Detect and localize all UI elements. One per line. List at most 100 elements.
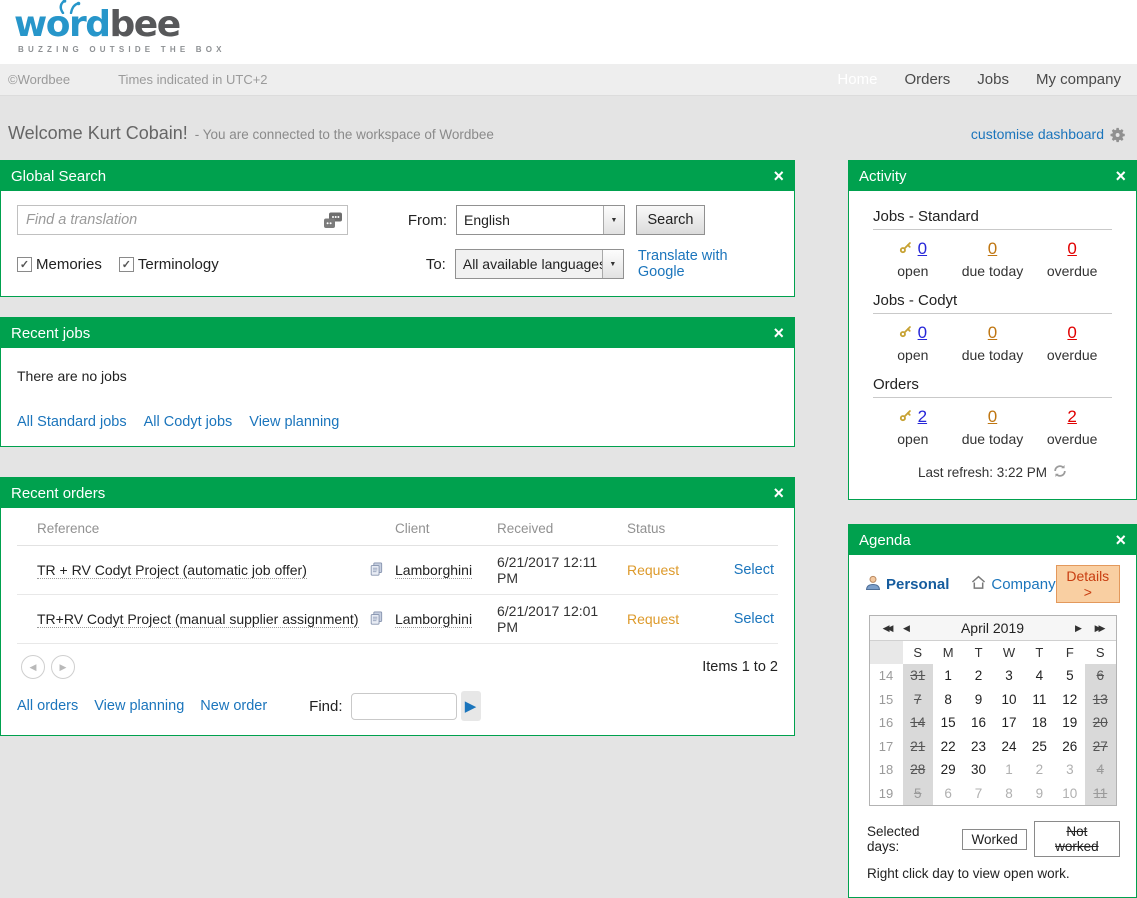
overdue-count-link[interactable]: 0 [1067, 239, 1076, 259]
calendar-day[interactable]: 9 [963, 688, 993, 712]
calendar-day[interactable]: 23 [963, 735, 993, 759]
calendar-day[interactable]: 9 [1024, 782, 1054, 806]
open-count-link[interactable]: 0 [918, 323, 927, 343]
select-order-link[interactable]: Select [734, 611, 774, 627]
calendar-day[interactable]: 16 [963, 711, 993, 735]
terminology-checkbox[interactable]: ✓ [119, 257, 134, 272]
calendar-next-month-button[interactable]: ▶ [1069, 623, 1089, 634]
calendar-day[interactable]: 6 [933, 782, 963, 806]
calendar-day[interactable]: 18 [1024, 711, 1054, 735]
calendar-day[interactable]: 26 [1055, 735, 1085, 759]
calendar-day[interactable]: 28 [903, 758, 933, 782]
client-link[interactable]: Lamborghini [395, 611, 472, 628]
calendar-day[interactable]: 3 [1055, 758, 1085, 782]
to-language-select[interactable]: All available languages ▼ [455, 249, 624, 279]
worked-button[interactable]: Worked [962, 829, 1026, 850]
close-icon[interactable]: × [773, 167, 784, 185]
find-go-button[interactable]: ▶ [461, 691, 481, 721]
wordbee-logo[interactable]: wordbee BUZZING OUTSIDE THE BOX [14, 7, 226, 54]
all-orders-link[interactable]: All orders [17, 698, 78, 714]
pagination-next-button[interactable]: ▶ [51, 655, 75, 679]
translation-search-input[interactable] [17, 205, 348, 235]
calendar-day[interactable]: 31 [903, 664, 933, 688]
calendar-day[interactable]: 17 [994, 711, 1024, 735]
find-order-input[interactable] [351, 693, 457, 720]
calendar-day[interactable]: 10 [1055, 782, 1085, 806]
client-link[interactable]: Lamborghini [395, 562, 472, 579]
calendar-day[interactable]: 7 [963, 782, 993, 806]
chevron-down-icon[interactable]: ▼ [602, 250, 623, 278]
calendar-day[interactable]: 8 [994, 782, 1024, 806]
from-language-select[interactable]: English ▼ [456, 205, 625, 235]
open-count-link[interactable]: 0 [918, 239, 927, 259]
not-worked-button[interactable]: Not worked [1034, 821, 1120, 857]
close-icon[interactable]: × [773, 324, 784, 342]
calendar-day[interactable]: 7 [903, 688, 933, 712]
calendar-day[interactable]: 2 [963, 664, 993, 688]
customise-dashboard-link[interactable]: customise dashboard [971, 126, 1104, 142]
calendar-day[interactable]: 11 [1085, 782, 1115, 806]
calendar-day[interactable]: 11 [1024, 688, 1054, 712]
translate-with-google-link[interactable]: Translate with Google [638, 248, 778, 280]
calendar-day[interactable]: 3 [994, 664, 1024, 688]
calendar-day[interactable]: 4 [1024, 664, 1054, 688]
open-count-link[interactable]: 2 [918, 407, 927, 427]
calendar-day[interactable]: 30 [963, 758, 993, 782]
nav-item-my-company[interactable]: My company [1036, 71, 1121, 88]
global-search-header: Global Search × [1, 161, 794, 191]
order-reference-link[interactable]: TR+RV Codyt Project (manual supplier ass… [37, 611, 359, 628]
calendar-day[interactable]: 2 [1024, 758, 1054, 782]
calendar-day[interactable]: 5 [1055, 664, 1085, 688]
select-order-link[interactable]: Select [734, 562, 774, 578]
overdue-count-link[interactable]: 2 [1067, 407, 1076, 427]
calendar-day[interactable]: 4 [1085, 758, 1115, 782]
details-button[interactable]: Details > [1056, 565, 1120, 603]
calendar-day[interactable]: 29 [933, 758, 963, 782]
order-reference-link[interactable]: TR + RV Codyt Project (automatic job off… [37, 562, 307, 579]
calendar-next-year-button[interactable]: ▶▶ [1089, 623, 1109, 634]
due-today-count-link[interactable]: 0 [988, 323, 997, 343]
search-button[interactable]: Search [636, 205, 705, 235]
tab-personal[interactable]: Personal [865, 575, 949, 594]
calendar-day[interactable]: 14 [903, 711, 933, 735]
calendar-day[interactable]: 24 [994, 735, 1024, 759]
calendar-day[interactable]: 22 [933, 735, 963, 759]
nav-item-jobs[interactable]: Jobs [977, 71, 1009, 88]
new-order-link[interactable]: New order [200, 698, 267, 714]
calendar-day[interactable]: 25 [1024, 735, 1054, 759]
tab-company[interactable]: Company [971, 575, 1055, 593]
overdue-count-link[interactable]: 0 [1067, 323, 1076, 343]
calendar-day[interactable]: 19 [1055, 711, 1085, 735]
calendar-prev-month-button[interactable]: ◀ [897, 623, 917, 634]
calendar-day[interactable]: 6 [1085, 664, 1115, 688]
due-today-count-link[interactable]: 0 [988, 407, 997, 427]
view-planning-link[interactable]: View planning [249, 414, 339, 430]
calendar-day[interactable]: 21 [903, 735, 933, 759]
memories-checkbox[interactable]: ✓ [17, 257, 32, 272]
calendar-day[interactable]: 10 [994, 688, 1024, 712]
calendar-day[interactable]: 5 [903, 782, 933, 806]
nav-item-orders[interactable]: Orders [904, 71, 950, 88]
nav-item-home[interactable]: Home [837, 71, 877, 88]
due-today-count-link[interactable]: 0 [988, 239, 997, 259]
pagination-previous-button[interactable]: ◀ [21, 655, 45, 679]
refresh-icon[interactable] [1047, 464, 1067, 481]
close-icon[interactable]: × [1115, 167, 1126, 185]
calendar-day[interactable]: 13 [1085, 688, 1115, 712]
calendar-day[interactable]: 12 [1055, 688, 1085, 712]
calendar-day[interactable]: 27 [1085, 735, 1115, 759]
gear-icon[interactable] [1104, 124, 1127, 145]
calendar-day[interactable]: 20 [1085, 711, 1115, 735]
calendar-day[interactable]: 8 [933, 688, 963, 712]
chevron-down-icon[interactable]: ▼ [603, 206, 624, 234]
find-label: Find: [309, 698, 342, 715]
view-planning-link[interactable]: View planning [94, 698, 184, 714]
close-icon[interactable]: × [1115, 531, 1126, 549]
close-icon[interactable]: × [773, 484, 784, 502]
calendar-day[interactable]: 15 [933, 711, 963, 735]
calendar-day[interactable]: 1 [994, 758, 1024, 782]
all-codyt-jobs-link[interactable]: All Codyt jobs [144, 414, 233, 430]
all-standard-jobs-link[interactable]: All Standard jobs [17, 414, 127, 430]
calendar-prev-year-button[interactable]: ◀◀ [877, 623, 897, 634]
calendar-day[interactable]: 1 [933, 664, 963, 688]
